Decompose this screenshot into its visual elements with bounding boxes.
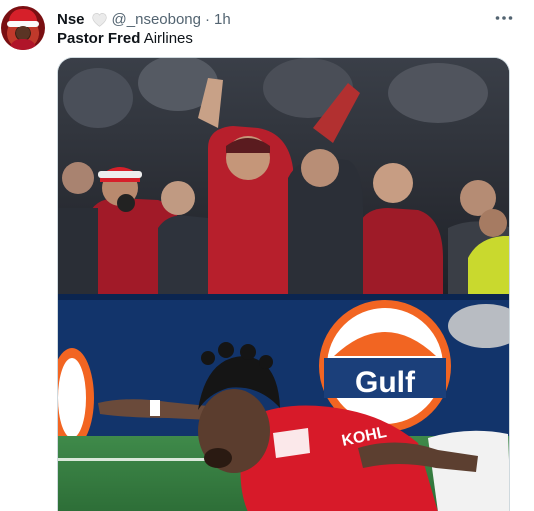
timestamp[interactable]: 1h — [214, 11, 231, 28]
tweet-header: Nse @_nseobong · 1h — [57, 9, 231, 29]
football-celebration-photo: Gulf KOHL — [58, 58, 509, 511]
more-horizontal-icon[interactable] — [493, 9, 515, 27]
author-handle[interactable]: @_nseobong — [112, 11, 201, 28]
avatar[interactable] — [1, 6, 45, 50]
tweet[interactable]: Nse @_nseobong · 1h Pastor Fred Airlines — [0, 0, 534, 511]
author-name[interactable]: Nse — [57, 11, 85, 28]
tweet-text: Pastor Fred Airlines — [57, 29, 193, 49]
separator-dot: · — [205, 10, 210, 28]
white-heart-icon — [91, 12, 107, 27]
tweet-text-bold: Pastor Fred — [57, 30, 141, 47]
tweet-text-rest: Airlines — [140, 30, 193, 47]
tweet-photo[interactable]: Gulf KOHL — [57, 57, 510, 511]
gulf-text: Gulf — [355, 366, 416, 399]
